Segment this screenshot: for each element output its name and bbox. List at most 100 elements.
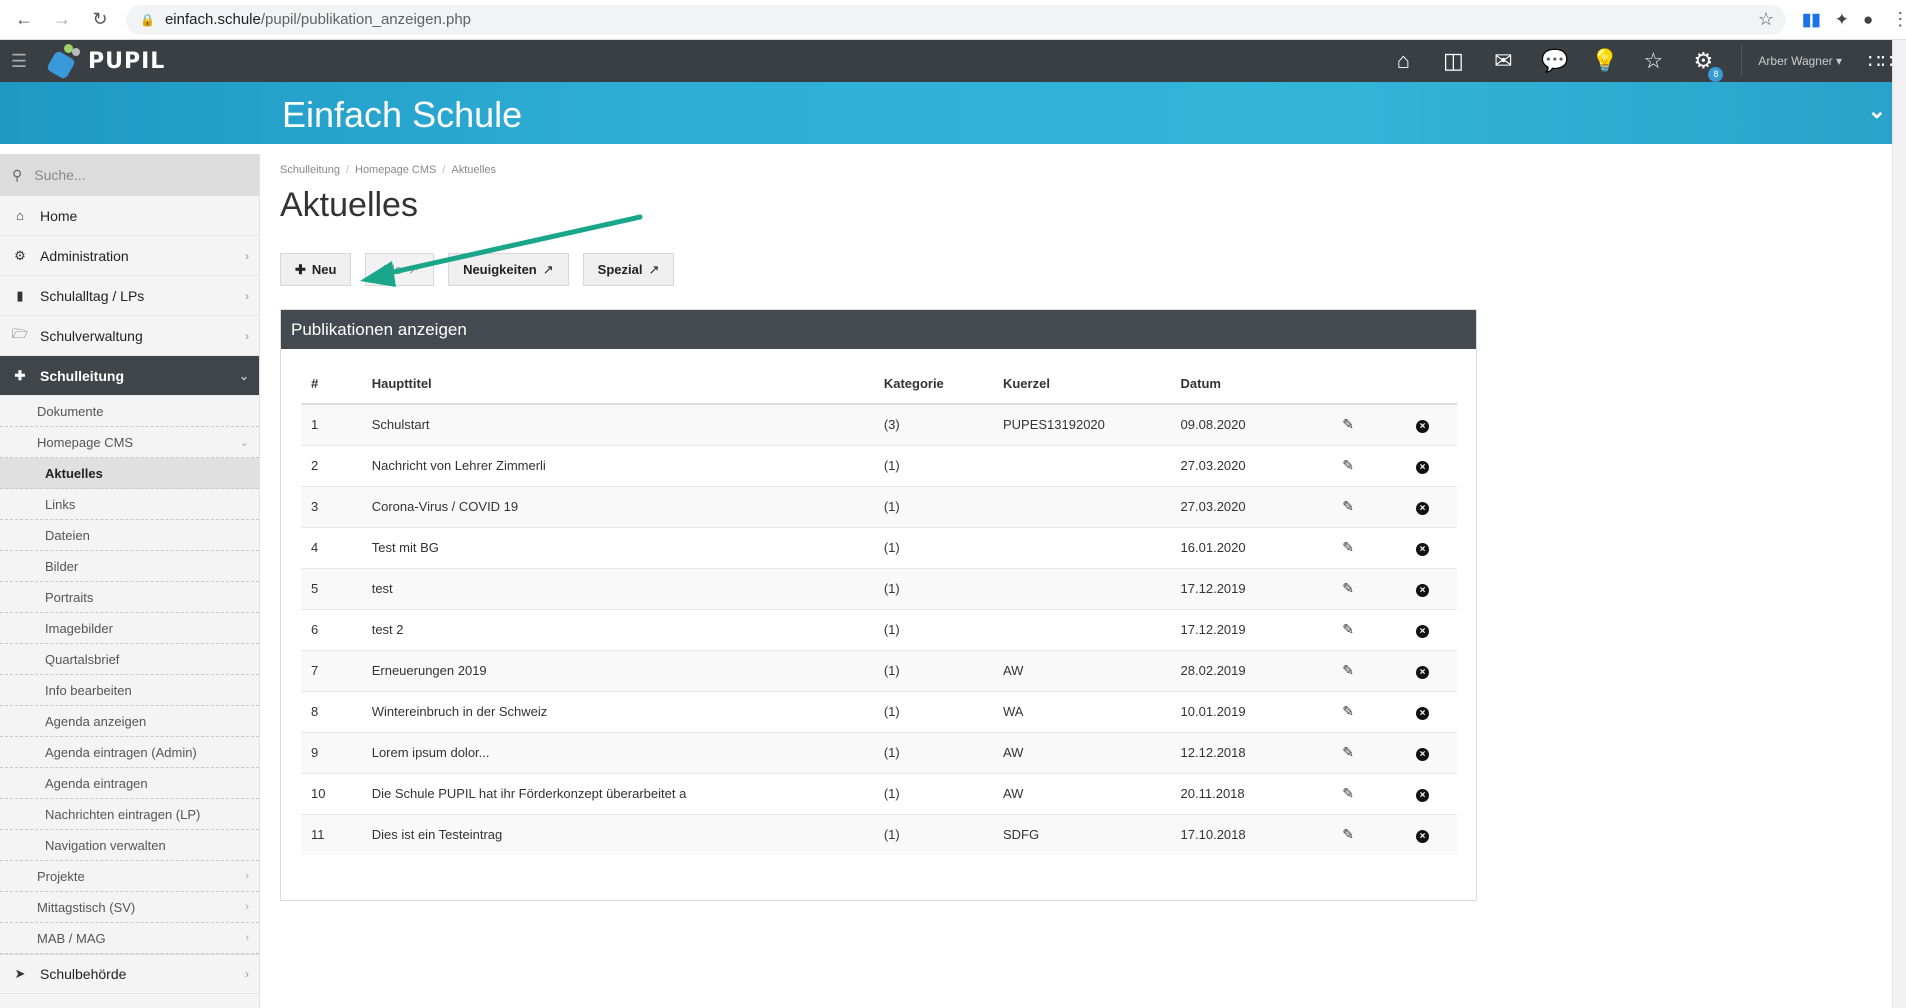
table-cell[interactable]: Schulstart: [361, 403, 874, 445]
all-button[interactable]: Alle ↗: [365, 253, 435, 286]
profile-icon[interactable]: ●: [1863, 10, 1873, 30]
apps-grid-icon[interactable]: ∷∷: [1868, 49, 1893, 74]
chevron-down-icon: ⌄: [238, 368, 249, 383]
delete-icon[interactable]: ×: [1416, 542, 1430, 556]
table-cell[interactable]: Corona-Virus / COVID 19: [361, 485, 874, 527]
table-cell: 09.08.2020: [1170, 403, 1309, 445]
table-cell[interactable]: test 2: [361, 608, 874, 650]
table-cell[interactable]: Wintereinbruch in der Schweiz: [361, 690, 874, 732]
sidebar-sub-aktuelles[interactable]: Aktuelles: [0, 458, 259, 489]
search-input[interactable]: ⚲ Suche...: [0, 154, 259, 196]
lightbulb-icon[interactable]: 💡: [1591, 48, 1618, 74]
delete-icon[interactable]: ×: [1416, 706, 1430, 720]
edit-icon[interactable]: ✎: [1342, 580, 1354, 597]
bookmark-star-icon[interactable]: ☆: [1758, 9, 1774, 30]
table-cell[interactable]: Dies ist ein Testeintrag: [361, 813, 874, 855]
table-cell: AW: [992, 772, 1171, 814]
page-title: Aktuelles: [280, 186, 418, 224]
delete-cell: ×: [1388, 567, 1457, 609]
browser-menu-icon[interactable]: ⋮: [1891, 9, 1906, 30]
sidebar-sub-portraits[interactable]: Portraits: [0, 582, 259, 613]
edit-icon[interactable]: ✎: [1342, 457, 1354, 474]
edit-cell: ✎: [1308, 444, 1389, 486]
delete-icon[interactable]: ×: [1416, 460, 1430, 474]
edit-icon[interactable]: ✎: [1342, 498, 1354, 515]
outlook-icon[interactable]: ✉: [1491, 48, 1515, 74]
table-cell[interactable]: Erneuerungen 2019: [361, 649, 874, 691]
news-button[interactable]: Neuigkeiten ↗: [448, 253, 569, 286]
delete-cell: ×: [1388, 731, 1457, 773]
reload-icon[interactable]: ↻: [88, 9, 112, 30]
sidebar-item-administration[interactable]: ⚙ Administration ›: [0, 236, 259, 276]
breadcrumb-item[interactable]: Homepage CMS: [355, 164, 436, 176]
page-scrollbar[interactable]: [1892, 40, 1906, 1008]
sidebar-sub-agenda-eintragen[interactable]: Agenda eintragen: [0, 768, 259, 799]
extension-icon[interactable]: ▮▮: [1802, 10, 1821, 30]
sidebar-item-home[interactable]: ⌂ Home: [0, 196, 259, 236]
sidebar-sub-dokumente[interactable]: Dokumente: [0, 396, 259, 427]
table-cell[interactable]: test: [361, 567, 874, 609]
sidebar-sub-imagebilder[interactable]: Imagebilder: [0, 613, 259, 644]
back-icon[interactable]: ←: [12, 9, 36, 30]
settings-sliders-icon[interactable]: ⚙ 8: [1691, 48, 1724, 82]
sidebar-sub-info-bearbeiten[interactable]: Info bearbeiten: [0, 675, 259, 706]
button-label: Alle: [380, 262, 403, 277]
new-button[interactable]: ✚ Neu: [280, 253, 352, 286]
breadcrumb-item[interactable]: Schulleitung: [280, 164, 340, 176]
delete-icon[interactable]: ×: [1416, 788, 1430, 802]
address-bar[interactable]: 🔒 einfach.schule/pupil/publikation_anzei…: [126, 4, 1786, 35]
favorites-star-icon[interactable]: ☆: [1641, 48, 1665, 74]
pupil-logo[interactable]: PUPIL: [45, 44, 165, 81]
sidebar-sub-links[interactable]: Links: [0, 489, 259, 520]
sidebar-item-schulalltag[interactable]: ▮ Schulalltag / LPs ›: [0, 276, 259, 316]
sidebar-item-schulleitung[interactable]: ✚ Schulleitung ⌄: [0, 356, 259, 396]
puzzle-icon[interactable]: ✦: [1835, 10, 1849, 30]
sidebar-sub-bilder[interactable]: Bilder: [0, 551, 259, 582]
chat-icon[interactable]: 💬: [1541, 48, 1568, 74]
sidebar-sub-homepage-cms[interactable]: Homepage CMS ⌄: [0, 427, 259, 458]
sidebar-sub-quartalsbrief[interactable]: Quartalsbrief: [0, 644, 259, 675]
table-cell: AW: [992, 649, 1171, 691]
office-icon[interactable]: ◫: [1441, 48, 1465, 74]
search-icon: ⚲: [12, 166, 23, 183]
edit-icon[interactable]: ✎: [1342, 416, 1354, 433]
table-row: 1 Schulstart (3) PUPES13192020 09.08.2020 ✎ ×: [301, 403, 1457, 445]
home-icon[interactable]: ⌂: [1391, 48, 1415, 74]
table-cell[interactable]: Lorem ipsum dolor...: [361, 731, 874, 773]
sidebar-sub-agenda-anzeigen[interactable]: Agenda anzeigen: [0, 706, 259, 737]
chevron-right-icon: ›: [245, 901, 249, 913]
table-cell[interactable]: Nachricht von Lehrer Zimmerli: [361, 444, 874, 486]
forward-icon[interactable]: →: [50, 9, 74, 30]
sidebar-sub-projekte[interactable]: Projekte ›: [0, 861, 259, 892]
delete-icon[interactable]: ×: [1416, 501, 1430, 515]
sidebar-sub-agenda-eintragen-admin[interactable]: Agenda eintragen (Admin): [0, 737, 259, 768]
delete-icon[interactable]: ×: [1416, 583, 1430, 597]
sidebar-sub-mab-mag[interactable]: MAB / MAG ›: [0, 923, 259, 954]
delete-icon[interactable]: ×: [1416, 747, 1430, 761]
edit-icon[interactable]: ✎: [1342, 785, 1354, 802]
table-cell: 2: [301, 444, 362, 486]
sidebar-sub-nachrichten-eintragen[interactable]: Nachrichten eintragen (LP): [0, 799, 259, 830]
special-button[interactable]: Spezial ↗: [582, 253, 675, 286]
sidebar-item-schulverwaltung[interactable]: 🗁 Schulverwaltung ›: [0, 316, 259, 356]
edit-icon[interactable]: ✎: [1342, 826, 1354, 843]
edit-icon[interactable]: ✎: [1342, 703, 1354, 720]
table-cell[interactable]: Die Schule PUPIL hat ihr Förderkonzept ü…: [361, 772, 874, 814]
sidebar-sub-navigation-verwalten[interactable]: Navigation verwalten: [0, 830, 259, 861]
user-menu[interactable]: Arber Wagner ▾: [1758, 54, 1842, 68]
sidebar-sub-dateien[interactable]: Dateien: [0, 520, 259, 551]
sidebar-item-schulbehoerde[interactable]: ➤ Schulbehörde ›: [0, 954, 259, 994]
delete-icon[interactable]: ×: [1416, 829, 1430, 843]
chevron-down-icon[interactable]: ⌄: [1868, 98, 1886, 124]
sidebar-sub-mittagstisch[interactable]: Mittagstisch (SV) ›: [0, 892, 259, 923]
delete-icon[interactable]: ×: [1416, 665, 1430, 679]
delete-icon[interactable]: ×: [1416, 624, 1430, 638]
delete-icon[interactable]: ×: [1416, 419, 1430, 433]
edit-icon[interactable]: ✎: [1342, 662, 1354, 679]
table-cell[interactable]: Test mit BG: [361, 526, 874, 568]
table-cell: [992, 567, 1171, 609]
edit-icon[interactable]: ✎: [1342, 621, 1354, 638]
edit-icon[interactable]: ✎: [1342, 744, 1354, 761]
menu-toggle-icon[interactable]: ☰: [0, 51, 38, 72]
edit-icon[interactable]: ✎: [1342, 539, 1354, 556]
